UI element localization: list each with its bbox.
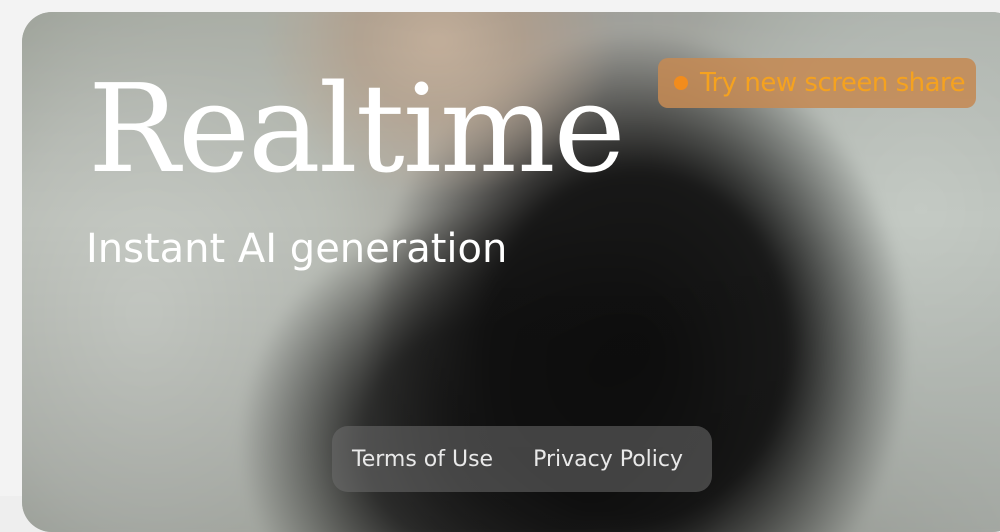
page-background: Realtime Instant AI generation Try new s…	[0, 0, 1000, 532]
footer-links-bar: Terms of Use Privacy Policy	[332, 426, 712, 492]
try-screen-share-label: Try new screen share	[700, 68, 966, 98]
terms-of-use-link[interactable]: Terms of Use	[352, 447, 493, 472]
hero-card: Realtime Instant AI generation Try new s…	[22, 12, 1000, 532]
hero-subtitle: Instant AI generation	[86, 226, 508, 272]
privacy-policy-link[interactable]: Privacy Policy	[533, 447, 683, 472]
hero-title: Realtime	[88, 58, 626, 200]
orange-dot-icon	[674, 76, 688, 90]
try-screen-share-button[interactable]: Try new screen share	[658, 58, 976, 108]
